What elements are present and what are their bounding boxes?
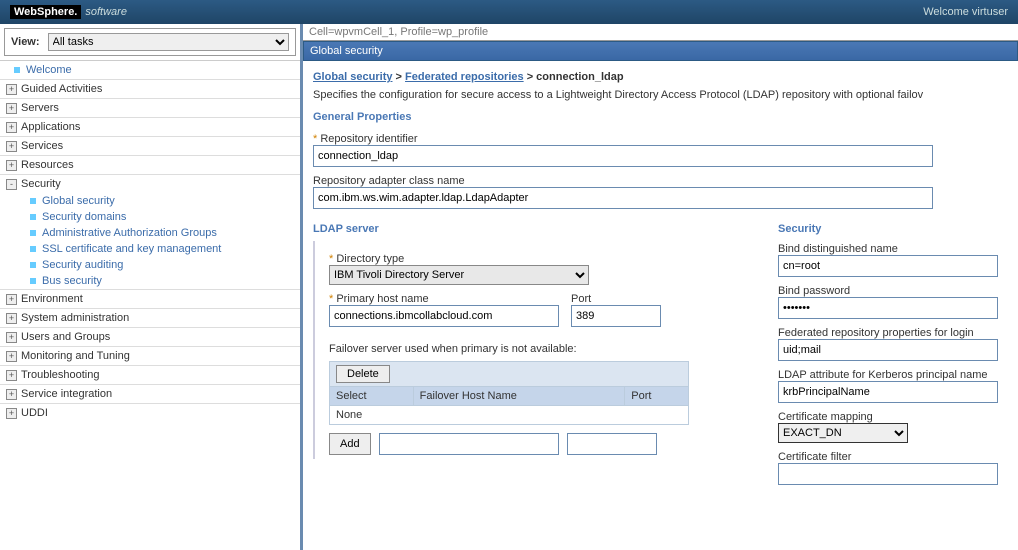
bind-pw-input[interactable] <box>778 297 998 319</box>
failover-label: Failover server used when primary is not… <box>329 343 748 355</box>
krb-label: LDAP attribute for Kerberos principal na… <box>778 369 1008 381</box>
view-label: View: <box>11 36 40 48</box>
view-selector-row: View: All tasks <box>4 28 296 56</box>
nav-bus-security[interactable]: Bus security <box>42 275 102 287</box>
nav-ssl-cert[interactable]: SSL certificate and key management <box>42 243 221 255</box>
certmap-select[interactable]: EXACT_DN <box>778 423 908 443</box>
nav-resources[interactable]: +Resources <box>0 155 300 174</box>
brand: WebSphere. software <box>10 5 127 19</box>
nav-environment[interactable]: +Environment <box>0 289 300 308</box>
nav-security-children: Global security Security domains Adminis… <box>0 193 300 289</box>
ldap-server-title: LDAP server <box>313 223 748 235</box>
delete-button[interactable]: Delete <box>336 365 390 383</box>
sidebar: View: All tasks Welcome +Guided Activiti… <box>0 24 303 550</box>
nav-service-integration[interactable]: +Service integration <box>0 384 300 403</box>
breadcrumb-current: connection_ldap <box>536 71 623 83</box>
host-input[interactable] <box>329 305 559 327</box>
nav-security-auditing[interactable]: Security auditing <box>42 259 123 271</box>
breadcrumb-global-security[interactable]: Global security <box>313 71 392 83</box>
failover-table: Delete Select Failover Host Name Port No… <box>329 361 689 425</box>
add-port-input[interactable] <box>567 433 657 455</box>
fed-props-input[interactable] <box>778 339 998 361</box>
expand-icon[interactable]: + <box>6 370 17 381</box>
expand-icon[interactable]: + <box>6 294 17 305</box>
expand-icon[interactable]: + <box>6 122 17 133</box>
nav-security-domains[interactable]: Security domains <box>42 211 126 223</box>
certfilter-label: Certificate filter <box>778 451 1008 463</box>
page-title-bar: Global security <box>303 41 1018 61</box>
bind-pw-label: Bind password <box>778 285 1008 297</box>
col-port: Port <box>625 387 689 406</box>
adapter-label: Repository adapter class name <box>313 175 1008 187</box>
host-label: Primary host name <box>329 293 559 305</box>
certfilter-input[interactable] <box>778 463 998 485</box>
nav-security[interactable]: -Security <box>0 174 300 193</box>
nav-global-security[interactable]: Global security <box>42 195 115 207</box>
nav-troubleshooting[interactable]: +Troubleshooting <box>0 365 300 384</box>
expand-icon[interactable]: + <box>6 351 17 362</box>
nav-system-admin[interactable]: +System administration <box>0 308 300 327</box>
bind-dn-input[interactable] <box>778 255 998 277</box>
top-bar: WebSphere. software Welcome virtuser <box>0 0 1018 24</box>
expand-icon[interactable]: + <box>6 103 17 114</box>
nav-uddi[interactable]: +UDDI <box>0 403 300 422</box>
fed-props-label: Federated repository properties for logi… <box>778 327 1008 339</box>
col-host: Failover Host Name <box>413 387 625 406</box>
welcome-user: Welcome virtuser <box>923 6 1008 18</box>
expand-icon[interactable]: + <box>6 84 17 95</box>
add-button[interactable]: Add <box>329 433 371 455</box>
brand-bold: WebSphere. <box>10 5 81 19</box>
dir-type-label: Directory type <box>329 253 748 265</box>
expand-icon[interactable]: + <box>6 389 17 400</box>
content: Cell=wpvmCell_1, Profile=wp_profile Glob… <box>303 24 1018 550</box>
nav-users-groups[interactable]: +Users and Groups <box>0 327 300 346</box>
certmap-label: Certificate mapping <box>778 411 1008 423</box>
cell-profile-info: Cell=wpvmCell_1, Profile=wp_profile <box>303 24 1018 41</box>
page-description: Specifies the configuration for secure a… <box>313 87 1008 109</box>
expand-icon[interactable]: + <box>6 141 17 152</box>
security-title: Security <box>778 223 1008 235</box>
nav-services[interactable]: +Services <box>0 136 300 155</box>
add-host-input[interactable] <box>379 433 559 455</box>
adapter-input[interactable] <box>313 187 933 209</box>
general-properties-title: General Properties <box>313 109 1008 125</box>
expand-icon[interactable]: + <box>6 408 17 419</box>
nav-monitoring[interactable]: +Monitoring and Tuning <box>0 346 300 365</box>
nav-welcome[interactable]: Welcome <box>26 64 72 76</box>
collapse-icon[interactable]: - <box>6 179 17 190</box>
port-input[interactable] <box>571 305 661 327</box>
port-label: Port <box>571 293 661 305</box>
bind-dn-label: Bind distinguished name <box>778 243 1008 255</box>
nav-admin-auth-groups[interactable]: Administrative Authorization Groups <box>42 227 217 239</box>
view-select[interactable]: All tasks <box>48 33 289 51</box>
expand-icon[interactable]: + <box>6 160 17 171</box>
dir-type-select[interactable]: IBM Tivoli Directory Server <box>329 265 589 285</box>
col-select: Select <box>330 387 414 406</box>
failover-none: None <box>330 406 689 425</box>
breadcrumb: Global security > Federated repositories… <box>313 67 1008 87</box>
expand-icon[interactable]: + <box>6 313 17 324</box>
repo-id-input[interactable] <box>313 145 933 167</box>
nav-applications[interactable]: +Applications <box>0 117 300 136</box>
expand-icon[interactable]: + <box>6 332 17 343</box>
nav-servers[interactable]: +Servers <box>0 98 300 117</box>
nav-tree: Welcome +Guided Activities +Servers +App… <box>0 60 300 422</box>
krb-input[interactable] <box>778 381 998 403</box>
repo-id-label: Repository identifier <box>313 133 1008 145</box>
nav-guided-activities[interactable]: +Guided Activities <box>0 79 300 98</box>
brand-light: software <box>85 6 127 18</box>
breadcrumb-federated-repos[interactable]: Federated repositories <box>405 71 524 83</box>
